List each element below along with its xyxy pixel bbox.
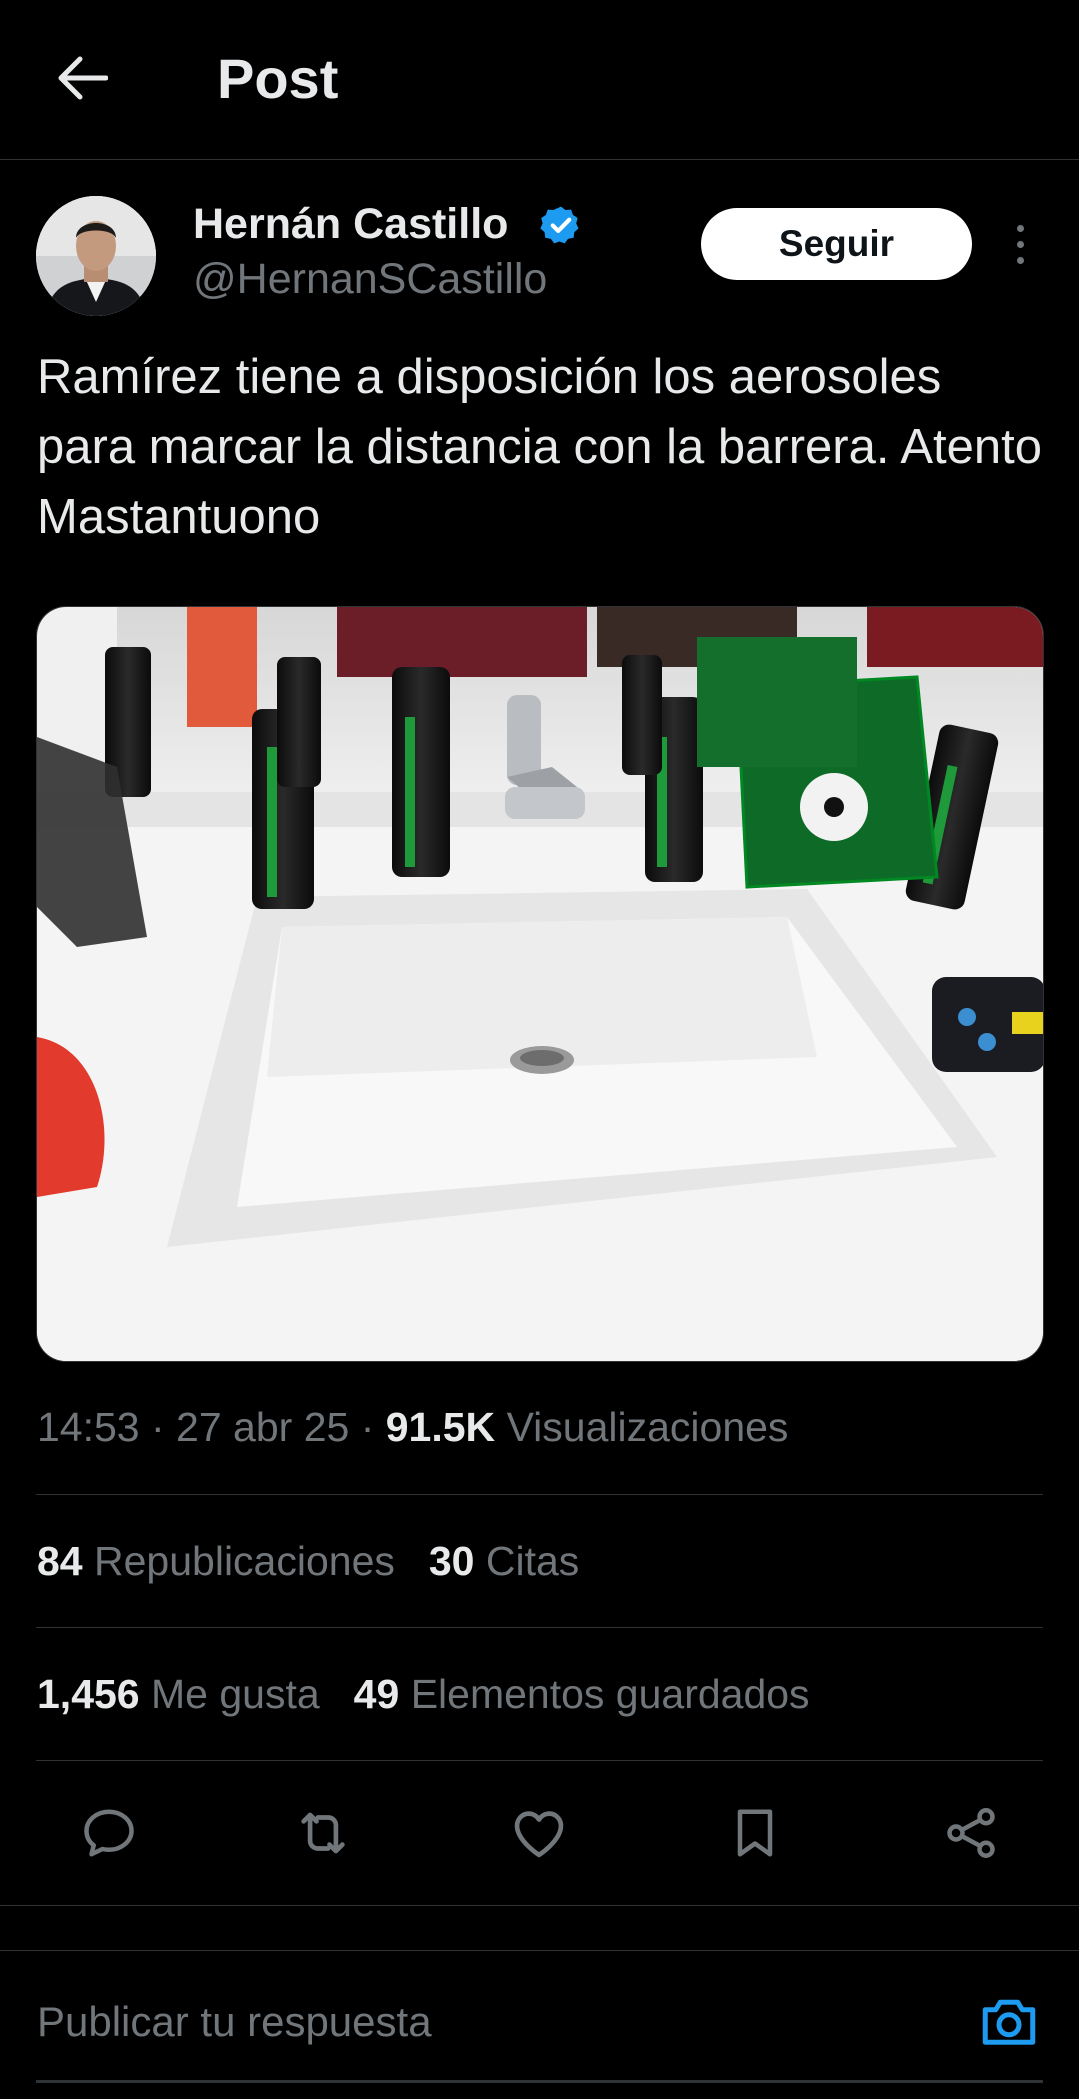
repost-button[interactable] [290, 1800, 356, 1866]
reposts-count: 84 [37, 1538, 83, 1584]
action-bar [0, 1760, 1079, 1905]
follow-button[interactable]: Seguir [701, 208, 972, 280]
avatar-photo [36, 196, 156, 316]
divider [36, 1627, 1043, 1628]
author-handle[interactable]: @HernanSCastillo [193, 255, 547, 304]
post-image[interactable] [36, 606, 1044, 1362]
bookmark-icon [737, 1809, 773, 1857]
divider [36, 1494, 1043, 1495]
more-vertical-icon[interactable] [1000, 216, 1040, 272]
bookmarks-count: 49 [353, 1671, 400, 1717]
reply-composer: Publicar tu respuesta [0, 1950, 1079, 2099]
post-text: Ramírez tiene a disposición los aerosole… [37, 350, 1043, 544]
meta-separator: · [139, 1404, 177, 1450]
repost-icon [301, 1812, 345, 1854]
quotes-count: 30 [428, 1538, 475, 1584]
views-count: 91.5K [385, 1404, 496, 1450]
likes-label: Me gusta [151, 1671, 320, 1717]
avatar[interactable] [36, 196, 156, 316]
verified-badge-icon [540, 206, 579, 244]
bookmark-button[interactable] [722, 1800, 788, 1866]
post-date: 27 abr 25 [176, 1404, 350, 1450]
sink-photo [37, 607, 1043, 1361]
home-indicator-line [36, 2080, 1043, 2083]
share-icon [947, 1808, 995, 1858]
like-button[interactable] [506, 1800, 572, 1866]
bookmarks-link[interactable]: 49 Elementos guardados [354, 1671, 810, 1717]
likes-link[interactable]: 1,456 Me gusta [37, 1671, 320, 1717]
quotes-link[interactable]: 30 Citas [429, 1538, 579, 1584]
likes-count: 1,456 [37, 1671, 140, 1717]
camera-button[interactable] [976, 1988, 1042, 2054]
top-bar: Post [0, 0, 1079, 160]
back-button[interactable] [52, 48, 112, 108]
reposts-link[interactable]: 84 Republicaciones [37, 1538, 395, 1584]
reply-icon [84, 1809, 134, 1857]
quotes-label: Citas [485, 1538, 580, 1584]
share-button[interactable] [938, 1800, 1004, 1866]
divider [0, 1905, 1079, 1906]
post-meta: 14:53 · 27 abr 25 · 91.5K Visualizacione… [37, 1404, 788, 1451]
like-icon [514, 1811, 564, 1858]
reposts-quotes-row: 84 Republicaciones 30 Citas [37, 1538, 579, 1585]
likes-bookmarks-row: 1,456 Me gusta 49 Elementos guardados [37, 1671, 810, 1718]
reply-input[interactable]: Publicar tu respuesta [37, 1998, 432, 2046]
reply-button[interactable] [76, 1800, 142, 1866]
page-title: Post [217, 47, 339, 110]
post-time: 14:53 [37, 1404, 140, 1450]
reposts-label: Republicaciones [94, 1538, 395, 1584]
meta-separator: · [349, 1404, 386, 1450]
arrow-left-icon [58, 56, 108, 100]
author-display-name[interactable]: Hernán Castillo [193, 200, 508, 249]
bookmarks-label: Elementos guardados [410, 1671, 810, 1717]
views-label: Visualizaciones [506, 1404, 789, 1450]
camera-icon [982, 1999, 1036, 2045]
